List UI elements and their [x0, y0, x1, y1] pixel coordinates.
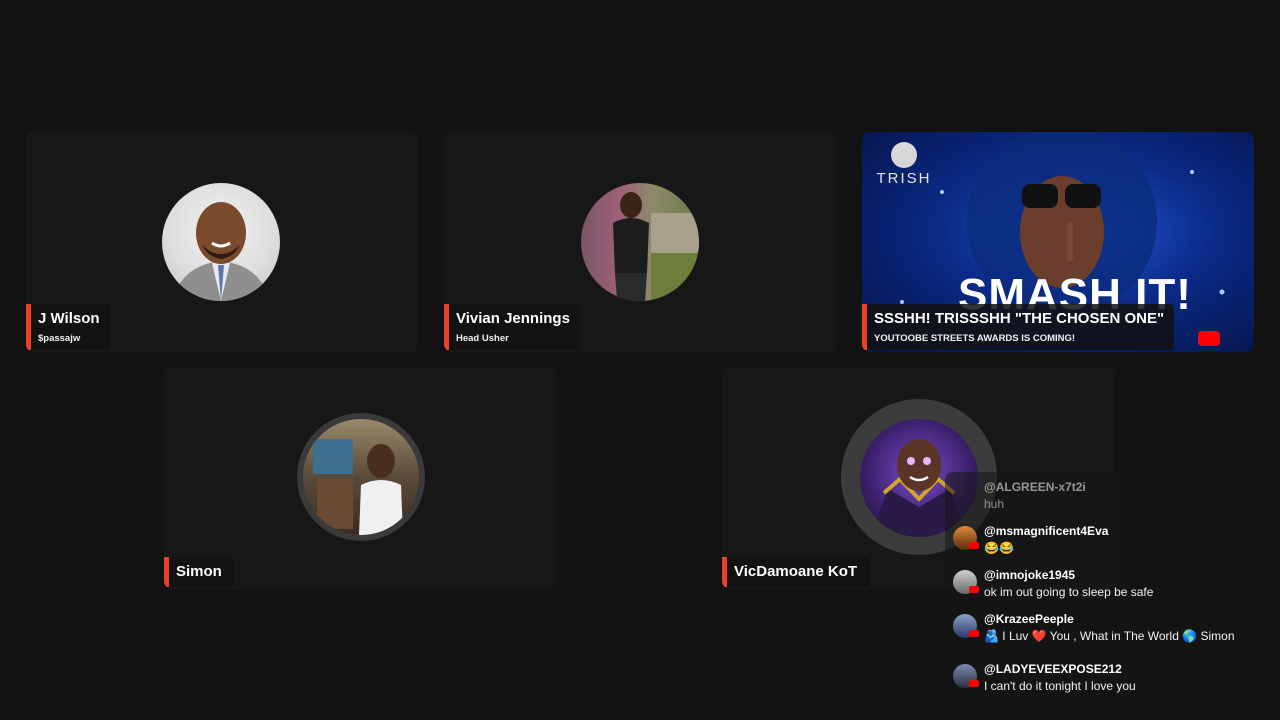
participant-name: J Wilson	[38, 310, 100, 327]
youtube-icon	[1198, 331, 1220, 346]
avatar	[303, 419, 419, 535]
participant-name: VicDamoane KoT	[734, 563, 858, 580]
participant-tile-vivian-jennings[interactable]: Vivian Jennings Head Usher	[444, 132, 836, 352]
chat-message: @ALGREEN-x7t2i huh	[951, 480, 1261, 514]
banner-tile[interactable]: TRISH SMASH IT! SSSHH! TRISSSHH "THE CHO…	[862, 132, 1254, 352]
chat-message: @msmagnificent4Eva 😂😂	[951, 524, 1261, 558]
participant-tile-simon[interactable]: Simon	[164, 367, 556, 589]
chat-message: @KrazeePeeple 🫂 I Luv ❤️ You , What in T…	[951, 612, 1261, 646]
youtube-badge-icon	[969, 542, 979, 549]
participant-subtitle: $passajw	[38, 333, 81, 344]
banner-nameplate: SSSHH! TRISSSHH "THE CHOSEN ONE" YOUTOOB…	[862, 304, 1175, 350]
youtube-badge-icon	[969, 586, 979, 593]
participant-subtitle: Head Usher	[456, 333, 509, 344]
avatar	[581, 183, 699, 301]
participant-tile-j-wilson[interactable]: J Wilson $passajw	[26, 132, 418, 352]
chat-text: 🫂 I Luv ❤️ You , What in The World 🌎 Sim…	[984, 629, 1235, 643]
live-chat-panel[interactable]: @ALGREEN-x7t2i huh @msmagnificent4Eva 😂😂…	[945, 472, 1265, 704]
chat-username: @LADYEVEEXPOSE212	[984, 662, 1122, 676]
chat-text: huh	[984, 497, 1005, 511]
chat-text: ok im out going to sleep be safe	[984, 585, 1154, 599]
participant-name: Simon	[176, 563, 222, 580]
banner-subtitle: YOUTOOBE STREETS AWARDS IS COMING!	[874, 333, 1076, 344]
avatar	[162, 183, 280, 301]
chat-message: @imnojoke1945 ok im out going to sleep b…	[951, 568, 1261, 602]
chat-message: @LADYEVEEXPOSE212 I can't do it tonight …	[951, 662, 1261, 696]
participant-nameplate: VicDamoane KoT	[722, 557, 870, 587]
chat-username: @KrazeePeeple	[984, 612, 1074, 626]
participant-nameplate: J Wilson $passajw	[26, 304, 110, 350]
logo-icon	[891, 142, 917, 168]
logo-text: TRISH	[876, 170, 932, 187]
chat-username: @imnojoke1945	[984, 568, 1076, 582]
participant-name: Vivian Jennings	[456, 310, 570, 327]
chat-username: @msmagnificent4Eva	[984, 524, 1109, 538]
chat-text: 😂😂	[984, 541, 1014, 555]
participant-nameplate: Vivian Jennings Head Usher	[444, 304, 580, 350]
participant-nameplate: Simon	[164, 557, 234, 587]
chat-text: I can't do it tonight I love you	[984, 679, 1136, 693]
chat-username: @ALGREEN-x7t2i	[984, 480, 1086, 494]
youtube-badge-icon	[969, 630, 979, 637]
banner-logo: TRISH	[874, 142, 934, 187]
youtube-badge-icon	[969, 680, 979, 687]
banner-title: SSSHH! TRISSSHH "THE CHOSEN ONE"	[874, 310, 1165, 327]
